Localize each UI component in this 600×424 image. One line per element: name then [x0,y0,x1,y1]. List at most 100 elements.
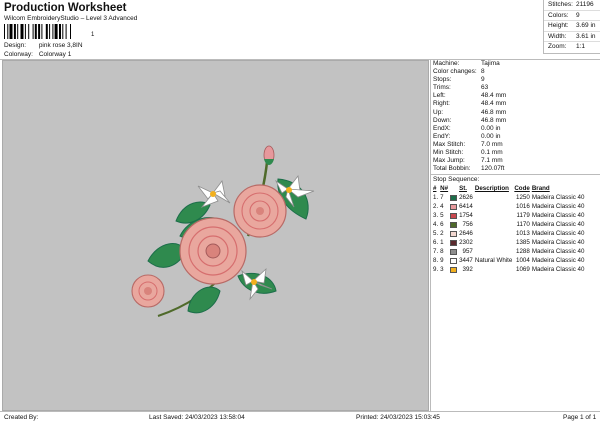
stat-row: Left: 48.4 mm [431,92,600,100]
summary-label: Stitches: [548,1,573,8]
row-description [474,247,513,256]
stat-row: Total Bobbin: 120.07ft [431,165,600,173]
summary-label: Colors: [548,11,569,19]
row-description [474,220,513,229]
stat-value: Tajima [481,60,500,67]
col-header-brand: Brand [531,185,550,193]
stat-label: Total Bobbin: [433,165,471,173]
col-header-index: # [433,185,437,193]
col-header-needle: N# [440,185,449,193]
row-code: 1170 [516,221,530,229]
stop-sequence-row: 2. 4 6414 1016 Madeira Classic 40 [432,202,585,211]
row-stitches: 2646 [459,230,473,238]
row-stitches: 1754 [459,212,473,220]
summary-label: Height: [548,22,569,29]
row-needle: 4 [440,203,444,211]
worksheet-title: Production Worksheet [4,2,127,14]
stat-value: 0.1 mm [481,149,503,157]
row-stitches: 6414 [459,203,473,211]
row-swatch [449,265,458,274]
stop-sequence-row: 4. 6 756 1170 Madeira Classic 40 [432,220,585,229]
row-brand: Madeira Classic 40 [531,230,585,238]
stop-sequence-row: 8. 9 3447 Natural White 1004 Madeira Classic … [432,256,585,265]
row-swatch [449,193,458,202]
stat-value: 0.00 in [481,124,501,132]
row-code: 1288 [516,248,530,256]
row-needle: 5 [440,212,444,220]
stop-sequence-row: 1. 7 2626 1250 Madeira Classic 40 [432,193,585,202]
row-needle: 9 [440,257,444,265]
row-stitches: 2302 [459,239,473,247]
stop-sequence-header: # N# St. Description Code Brand [432,184,585,193]
stat-label: Left: [433,92,446,100]
row-index: 3. [433,212,439,220]
stat-row: Up: 46.8 mm [431,109,600,117]
summary-label: Zoom: [548,43,567,50]
row-swatch [449,220,458,229]
stat-row: EndX: 0.00 in [431,125,600,133]
summary-value: 9 [576,11,580,19]
machine-stats: Machine: Tajima Color changes: 8 Stops: 9 T… [431,60,600,173]
row-index: 5. [433,230,439,238]
stat-row: Right: 48.4 mm [431,100,600,108]
design-value: pink rose 3,8IN [38,42,83,49]
row-stitches: 957 [462,248,473,256]
row-description [474,202,513,211]
software-name: Wilcom EmbroideryStudio – Level 3 Advanc… [4,15,138,22]
stat-label: EndY: [433,132,451,140]
row-swatch [449,211,458,220]
color-swatch-icon [450,266,458,273]
row-description [474,238,513,247]
stat-value: 7.0 mm [481,140,503,148]
stat-row: Max Stitch: 7.0 mm [431,141,600,149]
stat-label: Right: [433,100,450,108]
stat-value: 9 [481,76,485,84]
stat-label: Stops: [433,76,452,84]
color-swatch-icon [450,203,458,210]
col-header-swatch [449,184,458,193]
design-label: Design: [4,42,27,49]
row-brand: Madeira Classic 40 [531,257,585,265]
row-brand: Madeira Classic 40 [531,221,585,229]
summary-value: 1:1 [576,43,586,50]
row-index: 8. [433,257,439,265]
barcode-suffix: 1 [91,32,95,38]
stat-row: Down: 46.8 mm [431,117,600,125]
design-name-row: Design: pink rose 3,8IN [4,42,83,49]
row-swatch [449,202,458,211]
summary-height: Height: 3.69 in [544,21,600,32]
row-needle: 7 [440,194,444,202]
row-description [474,229,513,238]
stat-label: Max Jump: [433,157,465,165]
summary-colors: Colors: 9 [544,11,600,21]
printed-date: Printed: 24/03/2023 15:03:45 [356,414,440,421]
row-code: 1016 [516,203,530,211]
row-swatch [449,238,458,247]
row-needle: 1 [440,239,444,247]
stat-label: Min Stitch: [433,149,464,157]
row-code: 1013 [516,230,530,238]
machine-info-panel: Machine: Tajima Color changes: 8 Stops: 9 T… [430,60,600,411]
row-description [474,193,513,202]
row-index: 1. [433,194,439,202]
row-description: Natural White [474,257,513,265]
row-code: 1385 [516,239,530,247]
stat-value: 0.00 in [481,132,501,140]
row-brand: Madeira Classic 40 [531,194,585,202]
stat-row: Color changes: 8 [431,68,600,76]
last-saved: Last Saved: 24/03/2023 13:58:04 [149,414,245,421]
color-swatch-icon [450,194,458,201]
row-index: 7. [433,248,439,256]
stat-label: Up: [433,108,444,116]
design-preview-canvas[interactable] [2,60,429,411]
row-stitches: 756 [462,221,473,229]
stat-value: 8 [481,68,485,76]
color-swatch-icon [450,257,458,264]
row-index: 4. [433,221,439,229]
stat-label: EndX: [433,124,451,132]
row-stitches: 3447 [459,257,473,265]
row-code: 1179 [516,212,530,220]
row-swatch [449,256,458,265]
row-code: 1250 [516,194,530,202]
stop-sequence-row: 9. 3 392 1069 Madeira Classic 40 [432,265,585,274]
